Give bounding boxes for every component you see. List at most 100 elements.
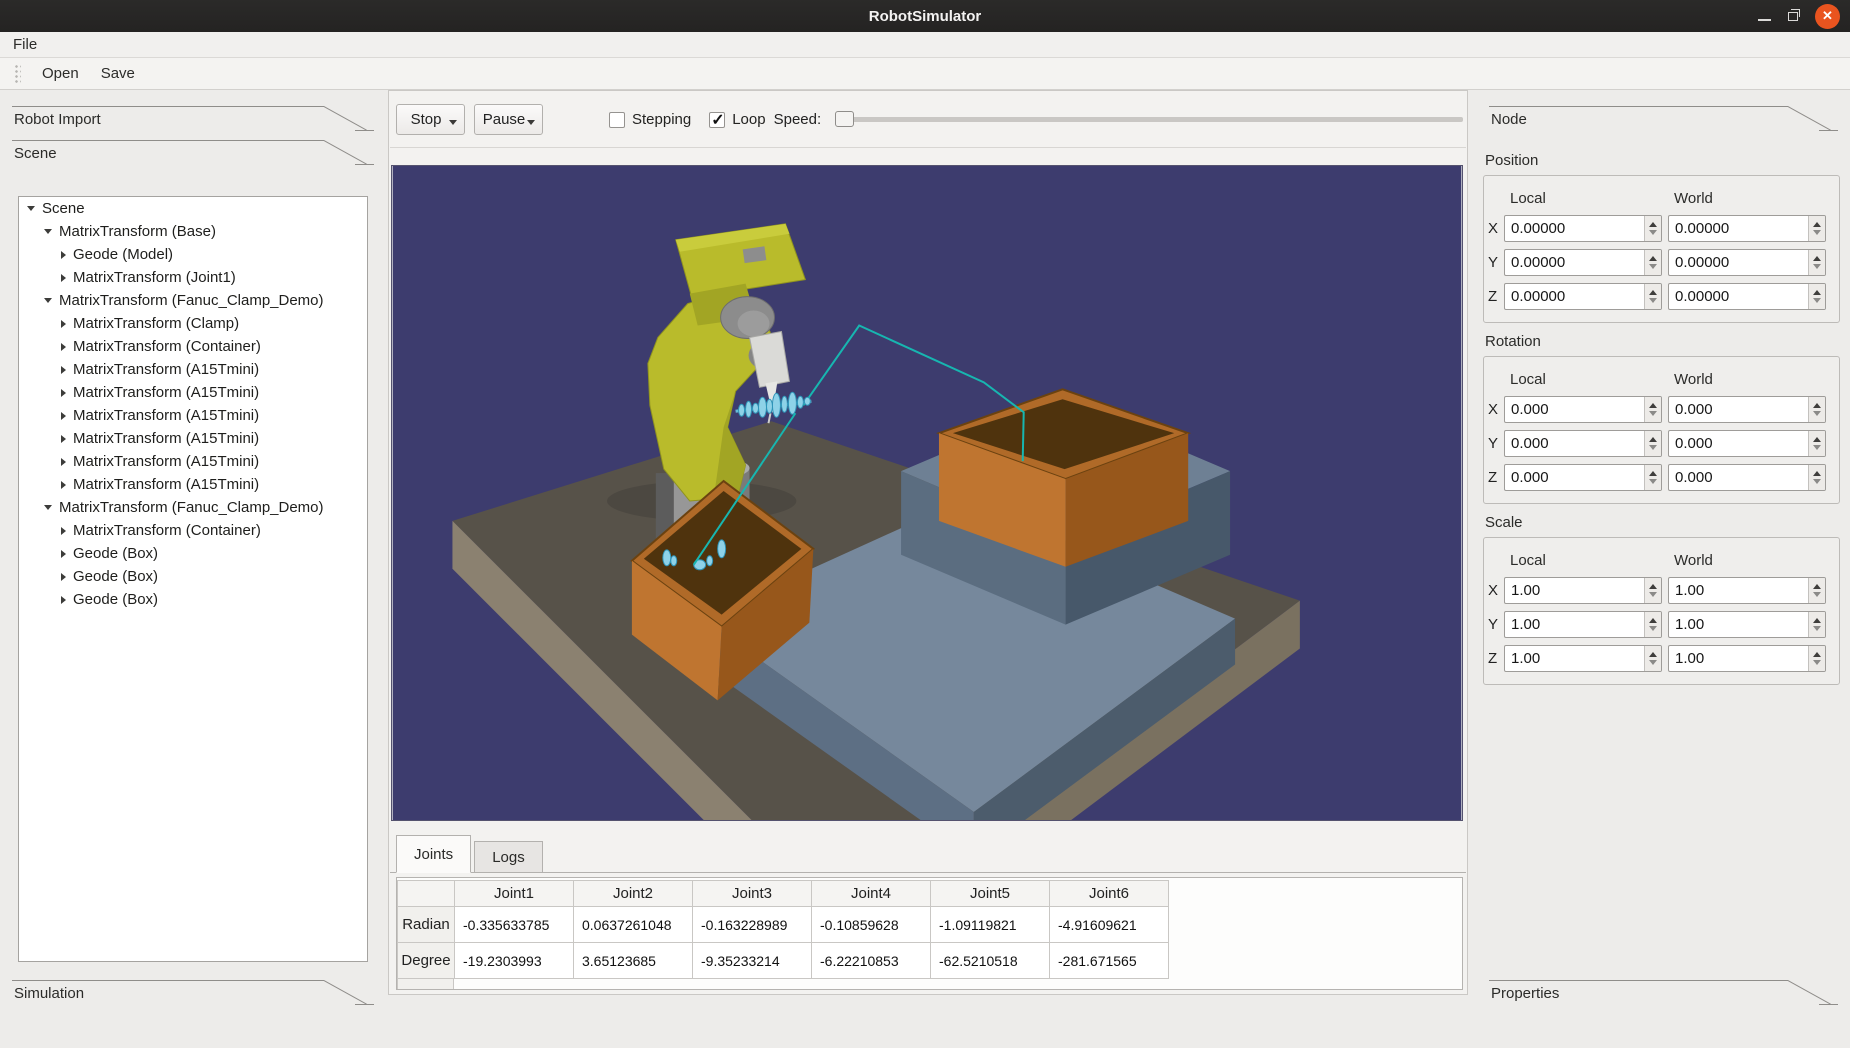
expand-icon[interactable] — [61, 389, 66, 397]
collapse-icon[interactable] — [44, 505, 52, 510]
spin-up-button[interactable] — [1649, 584, 1657, 589]
position-world-y-input[interactable]: 0.00000 — [1668, 249, 1826, 276]
tree-item[interactable]: MatrixTransform (Joint1) — [19, 266, 367, 289]
spin-up-button[interactable] — [1813, 618, 1821, 623]
tree-item[interactable]: MatrixTransform (Clamp) — [19, 312, 367, 335]
rotation-local-y-input[interactable]: 0.000 — [1504, 430, 1662, 457]
expand-icon[interactable] — [61, 527, 66, 535]
tab-joints[interactable]: Joints — [396, 835, 471, 873]
tree-item[interactable]: MatrixTransform (A15Tmini) — [19, 358, 367, 381]
spin-up-button[interactable] — [1649, 618, 1657, 623]
collapse-icon[interactable] — [44, 298, 52, 303]
spin-up-button[interactable] — [1813, 290, 1821, 295]
tree-item[interactable]: MatrixTransform (Base) — [19, 220, 367, 243]
expand-icon[interactable] — [61, 481, 66, 489]
stepping-checkbox[interactable] — [609, 112, 625, 128]
spin-down-button[interactable] — [1813, 411, 1821, 416]
scene-header[interactable]: Scene — [0, 134, 386, 170]
tree-item[interactable]: Geode (Model) — [19, 243, 367, 266]
titlebar[interactable]: RobotSimulator ✕ — [0, 0, 1850, 32]
tree-item[interactable]: MatrixTransform (Fanuc_Clamp_Demo) — [19, 496, 367, 519]
scale-world-x-input[interactable]: 1.00 — [1668, 577, 1826, 604]
spin-down-button[interactable] — [1649, 479, 1657, 484]
tree-item[interactable]: MatrixTransform (Container) — [19, 335, 367, 358]
scale-world-y-input[interactable]: 1.00 — [1668, 611, 1826, 638]
expand-icon[interactable] — [61, 596, 66, 604]
position-world-x-input[interactable]: 0.00000 — [1668, 215, 1826, 242]
spin-down-button[interactable] — [1649, 660, 1657, 665]
scale-local-y-input[interactable]: 1.00 — [1504, 611, 1662, 638]
spin-down-button[interactable] — [1813, 230, 1821, 235]
joint-value-cell[interactable]: -6.22210853 — [812, 943, 931, 979]
menu-file[interactable]: File — [0, 32, 50, 57]
joint-value-cell[interactable]: -0.163228989 — [693, 907, 812, 943]
minimize-icon[interactable] — [1758, 19, 1771, 21]
rotation-world-y-input[interactable]: 0.000 — [1668, 430, 1826, 457]
spin-down-button[interactable] — [1813, 660, 1821, 665]
pause-button[interactable]: Pause — [474, 104, 543, 135]
spin-down-button[interactable] — [1649, 264, 1657, 269]
expand-icon[interactable] — [61, 366, 66, 374]
spin-up-button[interactable] — [1649, 403, 1657, 408]
tab-logs[interactable]: Logs — [474, 841, 543, 872]
spin-down-button[interactable] — [1649, 230, 1657, 235]
scene-tree[interactable]: SceneMatrixTransform (Base)Geode (Model)… — [18, 196, 368, 962]
rotation-world-x-input[interactable]: 0.000 — [1668, 396, 1826, 423]
spin-up-button[interactable] — [1649, 290, 1657, 295]
node-header[interactable]: Node — [1477, 100, 1850, 136]
robot-import-header[interactable]: Robot Import — [0, 100, 386, 136]
spin-up-button[interactable] — [1649, 652, 1657, 657]
spin-up-button[interactable] — [1813, 222, 1821, 227]
save-button[interactable]: Save — [90, 62, 146, 85]
speed-slider[interactable] — [835, 117, 1463, 122]
stop-menu-arrow-icon[interactable] — [449, 120, 457, 125]
position-local-x-input[interactable]: 0.00000 — [1504, 215, 1662, 242]
viewport-3d[interactable] — [391, 165, 1463, 821]
spin-up-button[interactable] — [1813, 584, 1821, 589]
spin-down-button[interactable] — [1649, 445, 1657, 450]
expand-icon[interactable] — [61, 412, 66, 420]
rotation-local-x-input[interactable]: 0.000 — [1504, 396, 1662, 423]
joint-value-cell[interactable]: -62.5210518 — [931, 943, 1050, 979]
loop-checkbox[interactable] — [709, 112, 725, 128]
spin-down-button[interactable] — [1649, 592, 1657, 597]
spin-down-button[interactable] — [1813, 592, 1821, 597]
close-icon[interactable]: ✕ — [1815, 4, 1840, 29]
stop-button[interactable]: Stop — [396, 104, 465, 135]
joint-value-cell[interactable]: -281.671565 — [1050, 943, 1169, 979]
spin-up-button[interactable] — [1649, 222, 1657, 227]
spin-down-button[interactable] — [1813, 626, 1821, 631]
tree-item[interactable]: MatrixTransform (Fanuc_Clamp_Demo) — [19, 289, 367, 312]
scale-local-x-input[interactable]: 1.00 — [1504, 577, 1662, 604]
spin-up-button[interactable] — [1649, 437, 1657, 442]
scale-world-z-input[interactable]: 1.00 — [1668, 645, 1826, 672]
tree-item[interactable]: MatrixTransform (A15Tmini) — [19, 381, 367, 404]
spin-down-button[interactable] — [1813, 479, 1821, 484]
restore-icon[interactable] — [1788, 12, 1798, 21]
tree-item[interactable]: Scene — [19, 197, 367, 220]
tree-item[interactable]: MatrixTransform (A15Tmini) — [19, 473, 367, 496]
spin-up-button[interactable] — [1813, 652, 1821, 657]
open-button[interactable]: Open — [31, 62, 90, 85]
joint-value-cell[interactable]: -0.10859628 — [812, 907, 931, 943]
joint-value-cell[interactable]: 0.0637261048 — [574, 907, 693, 943]
spin-up-button[interactable] — [1649, 471, 1657, 476]
expand-icon[interactable] — [61, 274, 66, 282]
position-local-y-input[interactable]: 0.00000 — [1504, 249, 1662, 276]
spin-down-button[interactable] — [1813, 445, 1821, 450]
joint-value-cell[interactable]: -0.335633785 — [455, 907, 574, 943]
expand-icon[interactable] — [61, 573, 66, 581]
rotation-world-z-input[interactable]: 0.000 — [1668, 464, 1826, 491]
tree-item[interactable]: Geode (Box) — [19, 588, 367, 611]
joint-value-cell[interactable]: -4.91609621 — [1050, 907, 1169, 943]
position-world-z-input[interactable]: 0.00000 — [1668, 283, 1826, 310]
expand-icon[interactable] — [61, 251, 66, 259]
rotation-local-z-input[interactable]: 0.000 — [1504, 464, 1662, 491]
collapse-icon[interactable] — [44, 229, 52, 234]
tree-item[interactable]: MatrixTransform (A15Tmini) — [19, 427, 367, 450]
toolbar-grip-icon[interactable] — [14, 64, 21, 84]
tree-item[interactable]: MatrixTransform (A15Tmini) — [19, 450, 367, 473]
expand-icon[interactable] — [61, 435, 66, 443]
simulation-header[interactable]: Simulation — [0, 974, 386, 1010]
spin-down-button[interactable] — [1813, 298, 1821, 303]
